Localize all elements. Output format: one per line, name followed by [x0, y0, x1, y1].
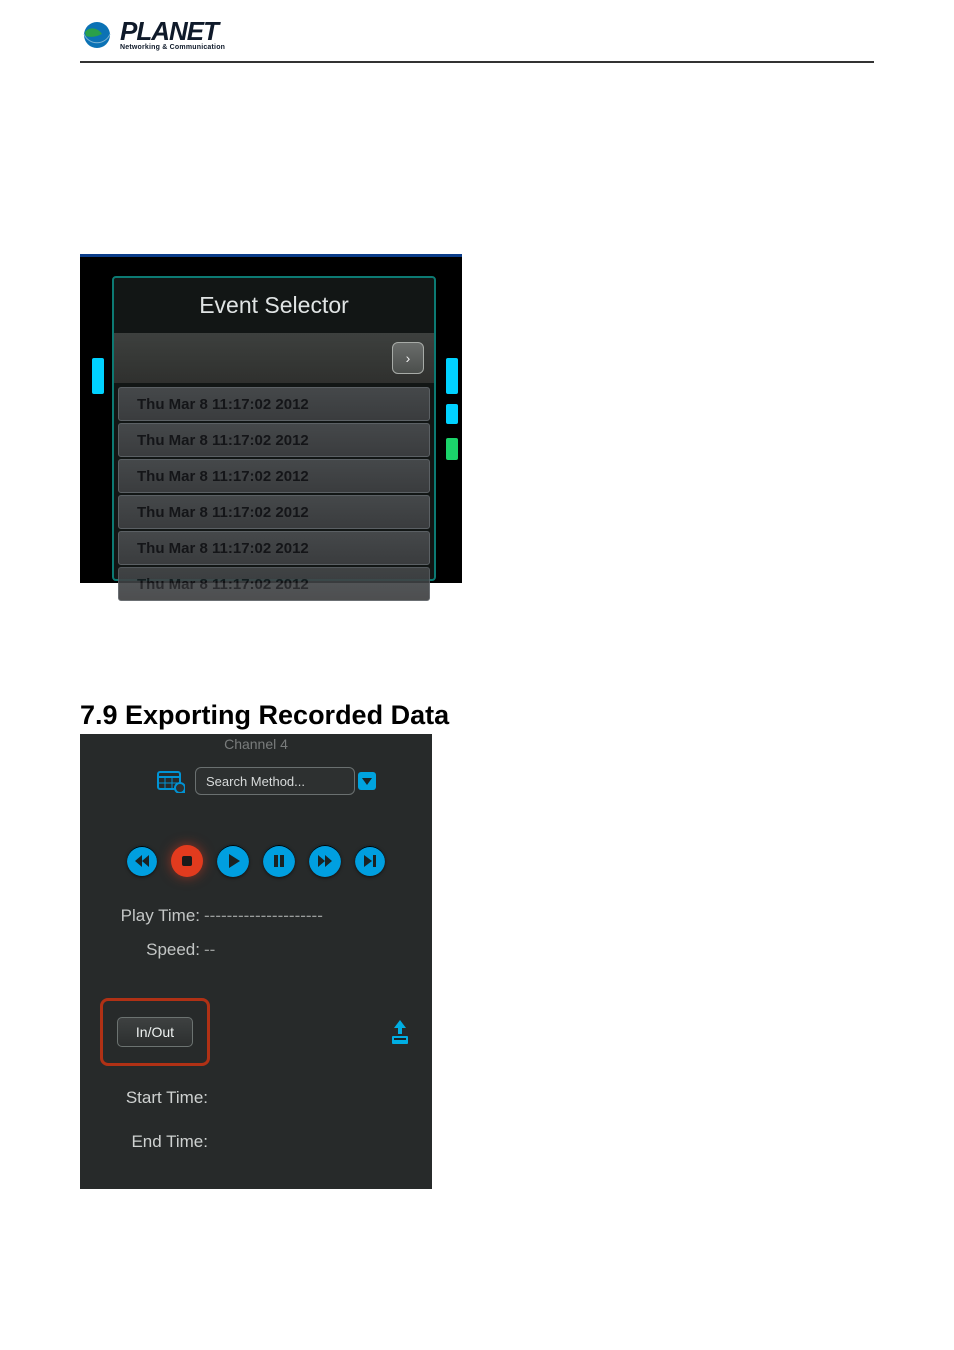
event-list-item[interactable]: Thu Mar 8 11:17:02 2012: [118, 459, 430, 493]
in-out-label: In/Out: [136, 1024, 174, 1040]
speed-value: --: [204, 940, 215, 960]
in-out-highlight: In/Out: [100, 998, 210, 1066]
in-out-button[interactable]: In/Out: [117, 1017, 193, 1047]
skip-end-button[interactable]: [355, 846, 385, 876]
event-selector-search-row: ›: [114, 333, 434, 383]
stop-button[interactable]: [171, 845, 203, 877]
start-time-label: Start Time:: [104, 1088, 208, 1108]
right-marker-1: [446, 358, 458, 394]
brand-wordmark: PLANET: [120, 18, 225, 44]
search-method-label: Search Method...: [206, 774, 305, 789]
event-selector-next-button[interactable]: ›: [392, 342, 424, 374]
left-marker-1: [92, 358, 104, 394]
event-list-item[interactable]: Thu Mar 8 11:17:02 2012: [118, 423, 430, 457]
brand-tagline: Networking & Communication: [120, 44, 225, 51]
play-button[interactable]: [217, 845, 249, 877]
right-marker-2: [446, 404, 458, 424]
event-list-item[interactable]: Thu Mar 8 11:17:02 2012: [118, 567, 430, 601]
calendar-icon[interactable]: [157, 769, 185, 793]
event-selector-title: Event Selector: [114, 278, 434, 333]
right-marker-3: [446, 438, 458, 460]
search-method-dropdown[interactable]: Search Method...: [195, 767, 355, 795]
end-time-label: End Time:: [104, 1132, 208, 1152]
fast-forward-button[interactable]: [309, 845, 341, 877]
rewind-button[interactable]: [127, 846, 157, 876]
brand-logo: PLANET Networking & Communication: [80, 18, 874, 51]
header-divider: [80, 61, 874, 63]
playback-export-screenshot: Channel 4 Search Method...: [80, 734, 432, 1189]
chevron-right-icon: ›: [406, 350, 411, 366]
event-list-item[interactable]: Thu Mar 8 11:17:02 2012: [118, 531, 430, 565]
export-icon[interactable]: [386, 1018, 414, 1046]
event-list-item[interactable]: Thu Mar 8 11:17:02 2012: [118, 495, 430, 529]
channel-label: Channel 4: [80, 736, 432, 752]
speed-label: Speed:: [110, 940, 200, 960]
pause-button[interactable]: [263, 845, 295, 877]
event-selector-panel: Event Selector › Thu Mar 8 11:17:02 2012…: [112, 276, 436, 581]
event-list-item[interactable]: Thu Mar 8 11:17:02 2012: [118, 387, 430, 421]
event-selector-screenshot: Event Selector › Thu Mar 8 11:17:02 2012…: [80, 254, 462, 583]
globe-icon: [80, 20, 114, 50]
section-heading: 7.9 Exporting Recorded Data: [80, 700, 449, 731]
event-list: Thu Mar 8 11:17:02 2012 Thu Mar 8 11:17:…: [114, 387, 434, 601]
playback-controls: [80, 838, 432, 884]
play-time-value: ---------------------: [204, 906, 323, 926]
dropdown-caret-icon[interactable]: [358, 772, 376, 790]
play-time-label: Play Time:: [110, 906, 200, 926]
